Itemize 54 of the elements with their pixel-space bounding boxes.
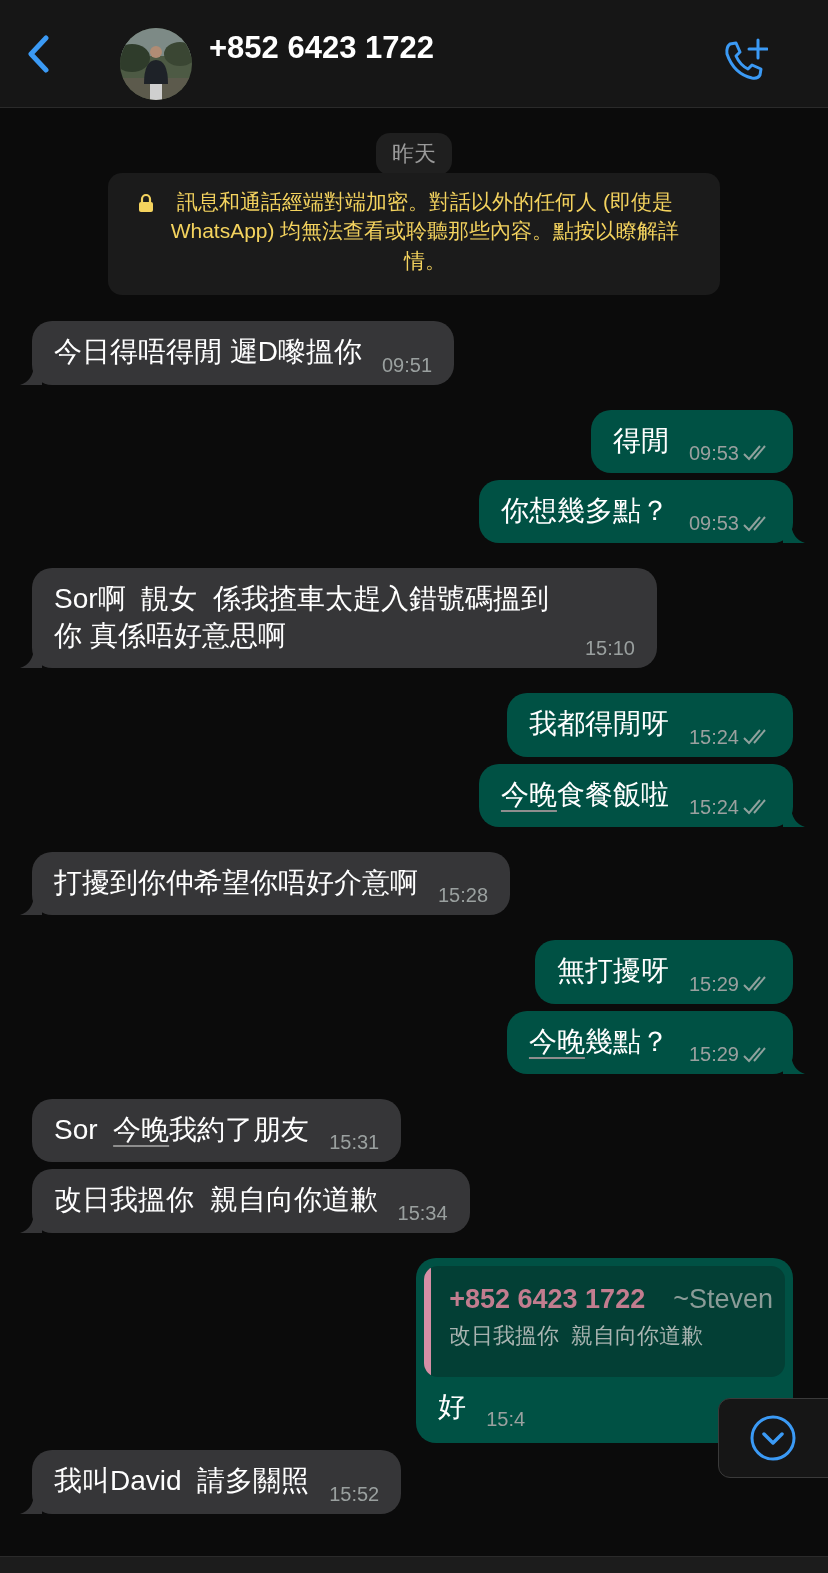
message-bubble[interactable]: 今晚幾點？ 15:29 [506,1010,793,1075]
message-text: Sor 今晚我約了朋友 [54,1113,310,1148]
message-text: 改日我搵你 親自向你道歉 [54,1183,378,1218]
quoted-text: 改日我搵你 親自向你道歉 [449,1321,705,1350]
message-bubble[interactable]: 無打擾呀 15:29 [534,940,793,1004]
add-call-button[interactable] [722,38,768,82]
phone-plus-icon [722,38,768,82]
message-bubble[interactable]: 今日得唔得閒 遲D嚟搵你 09:51 [32,321,455,385]
message-text: 今晚食餐飯啦 [500,777,669,812]
contact-title[interactable]: +852 6423 1722 [209,30,434,66]
date-link[interactable]: 今晚 [528,1025,585,1057]
message-time: 15:24 [688,795,739,819]
message-time: 15:4 [486,1408,526,1432]
chevron-down-circle-icon [749,1414,797,1462]
message-bubble[interactable]: 我叫David 請多關照 15:52 [32,1450,402,1514]
scroll-down-button[interactable] [718,1398,828,1478]
lock-icon [138,193,154,213]
message-text: 打擾到你仲希望你唔好介意啊 [54,865,418,900]
message-text: 今晚幾點？ [528,1024,669,1059]
message-bubble[interactable]: 你想幾多點？ 09:53 [478,479,793,544]
message-bubble[interactable]: 打擾到你仲希望你唔好介意啊 15:28 [32,851,511,916]
message-bubble[interactable]: +852 6423 1722 ~Steven 改日我搵你 親自向你道歉 好 15:4 [416,1257,793,1444]
message-time: 15:52 [329,1482,380,1506]
message-bubble[interactable]: Sor啊 靚女 係我揸車太趕入錯號碼搵到你 真係唔好意思啊 15:10 [32,568,657,669]
message-bubble[interactable]: Sor 今晚我約了朋友 15:31 [32,1099,402,1163]
message-time: 09:53 [688,441,739,465]
message-time: 09:51 [382,353,433,377]
date-link[interactable]: 今晚 [500,778,557,810]
date-divider: 昨天 [376,133,452,175]
message-text: 你想幾多點？ [500,493,669,528]
message-text: 無打擾呀 [556,954,669,989]
message-time: 15:29 [688,972,739,996]
message-time: 15:29 [688,1043,739,1067]
message-bubble[interactable]: 今晚食餐飯啦 15:24 [478,763,793,827]
message-text: 我都得閒呀 [528,707,669,742]
message-text: 好 [438,1389,467,1424]
message-text: 今日得唔得閒 遲D嚟搵你 [54,335,362,370]
date-link[interactable]: 今晚 [113,1114,170,1146]
quoted-message[interactable]: +852 6423 1722 ~Steven 改日我搵你 親自向你道歉 [424,1265,785,1377]
message-bubble[interactable]: 我都得閒呀 15:24 [506,693,793,757]
message-time: 15:34 [397,1201,448,1225]
quoted-alias: ~Steven [673,1283,773,1315]
message-time: 15:31 [329,1131,380,1155]
message-time: 15:24 [688,725,739,749]
quoted-sender: +852 6423 1722 [449,1283,646,1315]
back-icon [26,34,50,73]
message-bubble[interactable]: 改日我搵你 親自向你道歉 15:34 [32,1169,470,1233]
message-time: 09:53 [688,512,739,536]
message-time: 15:10 [584,637,635,661]
message-text: Sor啊 靚女 係我揸車太趕入錯號碼搵到你 真係唔好意思啊 [54,582,550,653]
message-time: 15:28 [438,884,489,908]
message-text: 我叫David 請多關照 [54,1464,310,1499]
message-text: 得閒 [612,423,669,458]
message-bubble[interactable]: 得閒 09:53 [590,409,793,473]
